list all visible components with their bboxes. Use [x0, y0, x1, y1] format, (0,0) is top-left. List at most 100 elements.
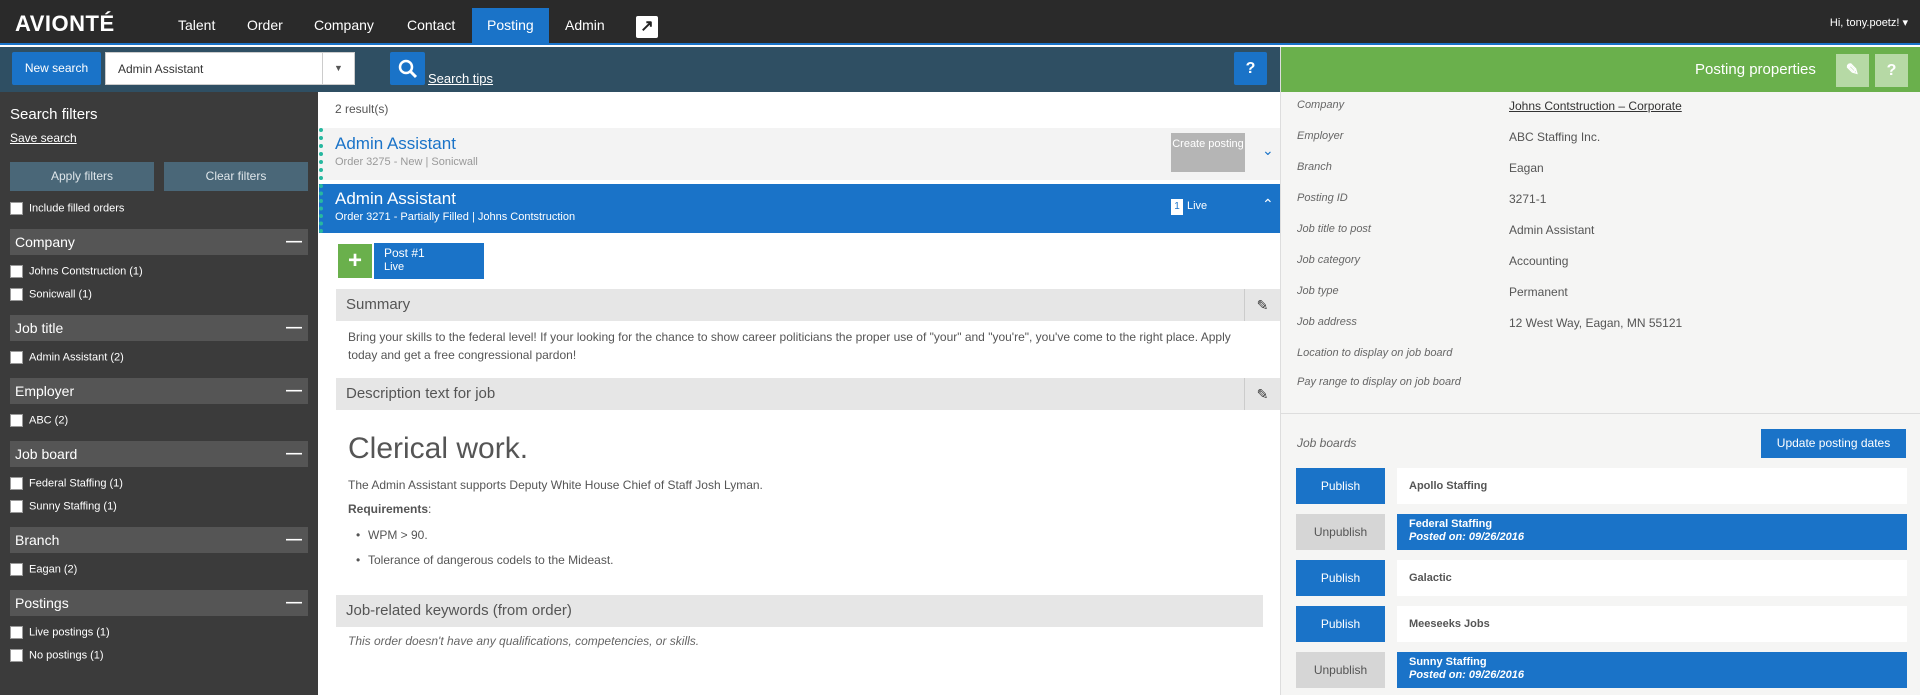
- search-tips-link[interactable]: Search tips: [428, 71, 493, 86]
- filter-group-postings[interactable]: Postings —: [10, 590, 308, 616]
- result-title[interactable]: Admin Assistant: [335, 189, 456, 209]
- prop-label: Branch: [1297, 161, 1332, 173]
- prop-label: Job type: [1297, 285, 1339, 297]
- checkbox[interactable]: [10, 202, 23, 215]
- prop-value: Eagan: [1509, 161, 1544, 175]
- nav-admin[interactable]: Admin: [550, 8, 620, 45]
- help-button[interactable]: ?: [1234, 52, 1267, 85]
- collapse-icon[interactable]: —: [286, 590, 302, 616]
- checkbox[interactable]: [10, 414, 23, 427]
- prop-label: Pay range to display on job board: [1297, 376, 1461, 388]
- checkbox[interactable]: [10, 477, 23, 490]
- filter-option[interactable]: Sunny Staffing (1): [10, 500, 117, 516]
- nav-posting[interactable]: Posting: [472, 8, 549, 45]
- unpublish-button[interactable]: Unpublish: [1296, 652, 1385, 688]
- help-icon[interactable]: ?: [1875, 54, 1908, 87]
- prop-value: Accounting: [1509, 254, 1569, 268]
- add-posting-button[interactable]: +: [338, 244, 372, 278]
- prop-label: Employer: [1297, 130, 1344, 142]
- top-navbar: AVIONTÉ Talent Order Company Contact Pos…: [0, 0, 1920, 45]
- checkbox[interactable]: [10, 563, 23, 576]
- nav-company[interactable]: Company: [299, 8, 389, 45]
- collapse-icon[interactable]: —: [286, 229, 302, 255]
- requirement-item: Tolerance of dangerous codels to the Mid…: [356, 553, 614, 567]
- filter-group-branch[interactable]: Branch —: [10, 527, 308, 553]
- prop-value: ABC Staffing Inc.: [1509, 130, 1601, 144]
- search-button[interactable]: [390, 52, 425, 85]
- prop-label: Company: [1297, 99, 1345, 111]
- search-icon: [398, 59, 417, 78]
- prop-value: Permanent: [1509, 285, 1568, 299]
- prop-label: Job address: [1297, 316, 1357, 328]
- post-tab[interactable]: Post #1 Live: [374, 243, 484, 279]
- pencil-icon[interactable]: ✎: [1244, 289, 1280, 321]
- result-subtitle: Order 3275 - New | Sonicwall: [335, 156, 478, 168]
- create-posting-button[interactable]: Create posting: [1171, 133, 1245, 172]
- expand-chevron-icon[interactable]: ⌄: [1262, 142, 1274, 159]
- summary-section-header: Summary ✎: [336, 289, 1280, 321]
- summary-text: Bring your skills to the federal level! …: [348, 330, 1231, 362]
- filter-option[interactable]: Federal Staffing (1): [10, 477, 123, 493]
- external-link-icon[interactable]: ↗: [636, 16, 658, 38]
- filter-option[interactable]: Live postings (1): [10, 626, 110, 642]
- search-input[interactable]: [106, 53, 316, 84]
- job-board-item: Galactic: [1397, 560, 1907, 596]
- search-combobox[interactable]: ▼: [105, 52, 355, 85]
- publish-button[interactable]: Publish: [1296, 468, 1385, 504]
- checkbox[interactable]: [10, 626, 23, 639]
- checkbox[interactable]: [10, 351, 23, 364]
- live-status-badge: 1 Live: [1171, 199, 1207, 215]
- prop-value: 3271-1: [1509, 192, 1547, 206]
- job-boards-label: Job boards: [1297, 436, 1357, 450]
- avionte-logo[interactable]: AVIONTÉ: [15, 11, 115, 37]
- update-posting-dates-button[interactable]: Update posting dates: [1761, 429, 1906, 458]
- requirement-item: WPM > 90.: [356, 528, 428, 542]
- filter-option[interactable]: Johns Contstruction (1): [10, 265, 143, 281]
- prop-label: Location to display on job board: [1297, 347, 1453, 359]
- new-search-button[interactable]: New search: [12, 52, 101, 85]
- collapse-chevron-icon[interactable]: ⌃: [1262, 196, 1274, 213]
- pencil-icon[interactable]: ✎: [1836, 54, 1869, 87]
- chevron-down-icon[interactable]: ▼: [322, 53, 354, 84]
- nav-contact[interactable]: Contact: [392, 8, 470, 45]
- posting-properties-panel: Posting properties ✎ ? Company Johns Con…: [1280, 47, 1920, 695]
- collapse-icon[interactable]: —: [286, 527, 302, 553]
- filter-option[interactable]: Admin Assistant (2): [10, 351, 124, 367]
- filter-option[interactable]: No postings (1): [10, 649, 104, 665]
- filter-group-company[interactable]: Company —: [10, 229, 308, 255]
- checkbox[interactable]: [10, 500, 23, 513]
- include-filled-checkbox[interactable]: Include filled orders: [10, 202, 124, 218]
- collapse-icon[interactable]: —: [286, 378, 302, 404]
- apply-filters-button[interactable]: Apply filters: [10, 162, 154, 191]
- result-item[interactable]: Admin Assistant Order 3275 - New | Sonic…: [319, 128, 1280, 180]
- description-heading: Clerical work.: [348, 432, 529, 465]
- publish-button[interactable]: Publish: [1296, 606, 1385, 642]
- checkbox[interactable]: [10, 288, 23, 301]
- nav-order[interactable]: Order: [232, 8, 298, 45]
- clear-filters-button[interactable]: Clear filters: [164, 162, 308, 191]
- posting-count-badge: 1: [1171, 199, 1183, 215]
- result-item-selected[interactable]: Admin Assistant Order 3271 - Partially F…: [319, 184, 1280, 233]
- collapse-icon[interactable]: —: [286, 441, 302, 467]
- prop-label: Posting ID: [1297, 192, 1348, 204]
- filter-group-job-title[interactable]: Job title —: [10, 315, 308, 341]
- unpublish-button[interactable]: Unpublish: [1296, 514, 1385, 550]
- nav-talent[interactable]: Talent: [163, 8, 230, 45]
- result-title[interactable]: Admin Assistant: [335, 134, 456, 154]
- prop-value: Admin Assistant: [1509, 223, 1595, 237]
- prop-company-link[interactable]: Johns Contstruction – Corporate: [1509, 99, 1682, 113]
- filter-option[interactable]: Eagan (2): [10, 563, 77, 579]
- user-menu[interactable]: Hi, tony.poetz! ▾: [1830, 16, 1908, 29]
- save-search-link[interactable]: Save search: [10, 131, 77, 145]
- filter-option[interactable]: ABC (2): [10, 414, 68, 430]
- result-subtitle: Order 3271 - Partially Filled | Johns Co…: [335, 211, 576, 223]
- checkbox[interactable]: [10, 265, 23, 278]
- filter-option[interactable]: Sonicwall (1): [10, 288, 92, 304]
- collapse-icon[interactable]: —: [286, 315, 302, 341]
- filter-group-job-board[interactable]: Job board —: [10, 441, 308, 467]
- publish-button[interactable]: Publish: [1296, 560, 1385, 596]
- checkbox[interactable]: [10, 649, 23, 662]
- pencil-icon[interactable]: ✎: [1244, 378, 1280, 410]
- filter-group-employer[interactable]: Employer —: [10, 378, 308, 404]
- results-count: 2 result(s): [335, 102, 389, 116]
